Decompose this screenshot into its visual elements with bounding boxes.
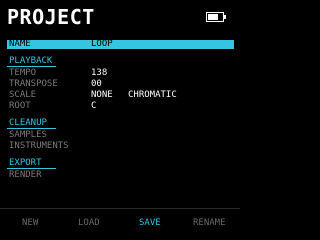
transpose-label: TRANSPOSE bbox=[9, 79, 58, 89]
export-divider bbox=[7, 168, 56, 169]
scale-value: NONE bbox=[91, 90, 113, 100]
root-row[interactable]: ROOT C bbox=[9, 101, 96, 112]
save-button[interactable]: SAVE bbox=[139, 218, 161, 229]
samples-item[interactable]: SAMPLES bbox=[9, 130, 47, 141]
playback-divider bbox=[7, 66, 56, 67]
new-button[interactable]: NEW bbox=[22, 218, 38, 229]
name-label: NAME bbox=[9, 39, 31, 49]
tempo-label: TEMPO bbox=[9, 68, 37, 78]
render-item[interactable]: RENDER bbox=[9, 170, 42, 181]
tempo-row[interactable]: TEMPO 138 bbox=[9, 68, 107, 79]
name-row[interactable]: NAME LOOP bbox=[7, 40, 234, 49]
page-title: PROJECT bbox=[7, 5, 95, 29]
tempo-value: 138 bbox=[91, 68, 108, 78]
cleanup-divider bbox=[7, 128, 56, 129]
root-label: ROOT bbox=[9, 101, 31, 111]
rename-button[interactable]: RENAME bbox=[193, 218, 226, 229]
transpose-value: 00 bbox=[91, 79, 102, 89]
footer-divider bbox=[0, 208, 240, 209]
load-button[interactable]: LOAD bbox=[78, 218, 100, 229]
scale-row[interactable]: SCALE NONE CHROMATIC bbox=[9, 90, 177, 101]
root-value: C bbox=[91, 101, 97, 111]
transpose-row[interactable]: TRANSPOSE 00 bbox=[9, 79, 102, 90]
battery-icon bbox=[206, 12, 226, 22]
instruments-item[interactable]: INSTRUMENTS bbox=[9, 141, 69, 152]
name-value: LOOP bbox=[91, 39, 113, 49]
scale-name: CHROMATIC bbox=[128, 90, 177, 100]
scale-label: SCALE bbox=[9, 90, 37, 100]
